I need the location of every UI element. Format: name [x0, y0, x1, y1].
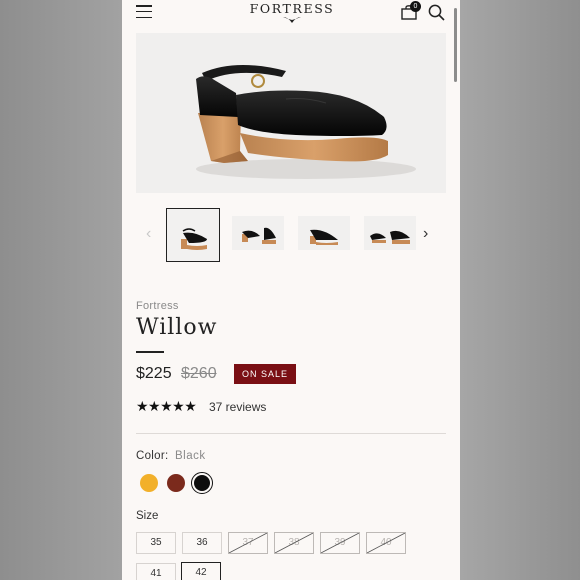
size-option-38[interactable]: 38: [274, 532, 314, 554]
thumbnail-3[interactable]: [298, 216, 350, 250]
product-brand[interactable]: Fortress: [136, 300, 179, 312]
product-hero-image[interactable]: [136, 33, 446, 193]
size-option-label: 35: [150, 537, 162, 548]
title-divider: [136, 351, 164, 353]
logo[interactable]: FORTRESS: [242, 1, 342, 24]
search-icon[interactable]: [428, 4, 445, 21]
swatch-yellow[interactable]: [140, 474, 158, 492]
unavailable-slash-icon: [367, 533, 405, 553]
original-price: $260: [181, 365, 217, 382]
reviews-link[interactable]: 37 reviews: [209, 400, 266, 414]
size-option-label: 41: [150, 568, 162, 579]
color-label: Color:: [136, 450, 169, 462]
product-title: Willow: [136, 315, 218, 340]
color-value: Black: [175, 450, 206, 462]
background-left: [0, 0, 122, 580]
thumbnail-shoe-image: [181, 228, 207, 250]
thumbnail-4[interactable]: [364, 216, 416, 250]
thumbnail-1[interactable]: [166, 208, 220, 262]
thumbnail-shoe-image: [370, 230, 410, 244]
unavailable-slash-icon: [229, 533, 267, 553]
size-option-41[interactable]: 41: [136, 563, 176, 580]
size-label: Size: [136, 510, 159, 522]
thumbnail-shoe-image: [310, 229, 338, 245]
thumbnail-next-icon[interactable]: ›: [423, 225, 428, 243]
logo-wings-icon: [283, 17, 301, 23]
unavailable-slash-icon: [321, 533, 359, 553]
swatch-brown[interactable]: [167, 474, 185, 492]
size-option-35[interactable]: 35: [136, 532, 176, 554]
size-option-36[interactable]: 36: [182, 532, 222, 554]
sale-price: $225: [136, 365, 172, 382]
cart-count-badge[interactable]: 0: [410, 1, 421, 12]
scrollbar[interactable]: [454, 8, 457, 82]
menu-icon[interactable]: [136, 5, 152, 19]
thumbnail-2[interactable]: [232, 216, 284, 250]
unavailable-slash-icon: [275, 533, 313, 553]
thumbnail-prev-icon[interactable]: ‹: [146, 225, 151, 243]
background-right: [460, 0, 580, 580]
swatch-black[interactable]: [194, 475, 210, 491]
product-page: FORTRESS 0 ‹ › Fortress Willow $225 $260…: [122, 0, 460, 580]
size-option-37[interactable]: 37: [228, 532, 268, 554]
size-option-40[interactable]: 40: [366, 532, 406, 554]
rating-stars-icon[interactable]: ★★★★★: [136, 398, 197, 415]
size-option-label: 42: [195, 567, 207, 578]
section-divider: [136, 433, 446, 434]
size-option-39[interactable]: 39: [320, 532, 360, 554]
clog-shoe-image: [196, 64, 416, 179]
size-option-42[interactable]: 42: [181, 562, 221, 580]
sale-badge: ON SALE: [234, 364, 296, 384]
thumbnail-shoe-image: [242, 227, 276, 244]
size-option-label: 36: [196, 537, 208, 548]
logo-text: FORTRESS: [249, 1, 335, 16]
